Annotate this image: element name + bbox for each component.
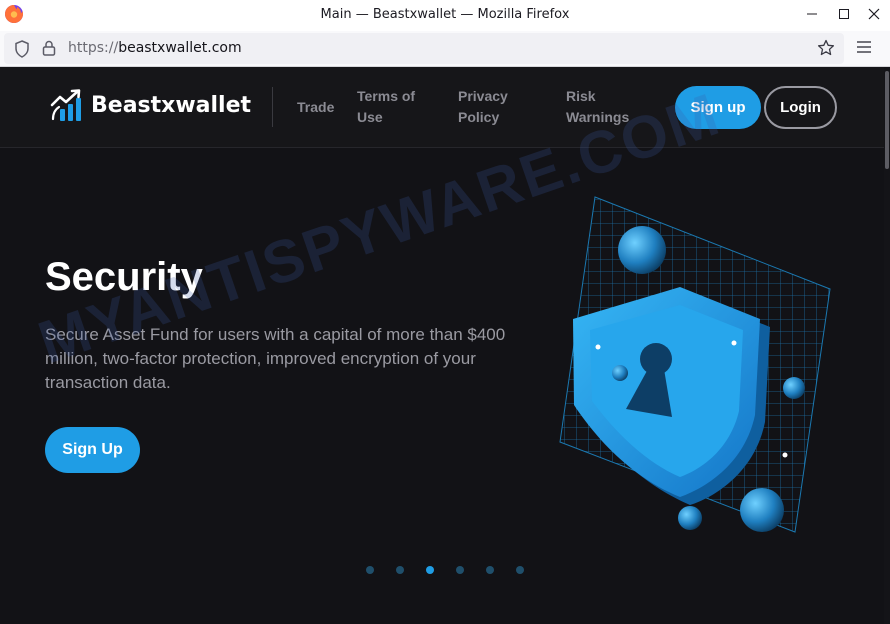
nav-link-terms-of-use[interactable]: Terms of Use: [357, 86, 437, 128]
carousel-dot[interactable]: [486, 566, 494, 574]
nav-link-privacy-policy[interactable]: Privacy Policy: [458, 86, 528, 128]
url-text[interactable]: https://beastxwallet.com: [68, 40, 242, 56]
bookmark-star-icon[interactable]: [817, 39, 835, 57]
hero-title: Security: [45, 255, 203, 299]
minimize-icon: [807, 13, 817, 15]
maximize-icon: [839, 9, 849, 19]
carousel-dot[interactable]: [366, 566, 374, 574]
minimize-button[interactable]: [796, 0, 828, 28]
carousel-dot[interactable]: [456, 566, 464, 574]
browser-toolbar: https://beastxwallet.com: [0, 31, 890, 67]
carousel-dot[interactable]: [396, 566, 404, 574]
hamburger-menu-icon[interactable]: [856, 40, 872, 54]
carousel-dot[interactable]: [426, 566, 434, 574]
brand-logo-icon[interactable]: [50, 89, 86, 123]
url-host: beastxwallet.com: [118, 40, 242, 56]
header-divider: [272, 87, 273, 127]
header-login-button[interactable]: Login: [764, 86, 837, 129]
maximize-button[interactable]: [828, 0, 860, 28]
carousel-dots: [366, 566, 526, 574]
site-header: Beastxwallet Trade Terms of Use Privacy …: [0, 67, 884, 148]
window-title: Main — Beastxwallet — Mozilla Firefox: [320, 7, 570, 22]
hero-description: Secure Asset Fund for users with a capit…: [45, 325, 506, 392]
nav-link-trade[interactable]: Trade: [297, 97, 334, 118]
address-bar[interactable]: https://beastxwallet.com: [4, 33, 844, 64]
hero-signup-button[interactable]: Sign Up: [45, 427, 140, 473]
scrollbar-thumb[interactable]: [885, 71, 889, 169]
close-button[interactable]: [858, 0, 890, 28]
window-titlebar: Main — Beastxwallet — Mozilla Firefox: [0, 0, 890, 31]
lock-icon[interactable]: [42, 40, 56, 56]
security-shield-illustration: [559, 196, 831, 533]
close-icon: [868, 8, 880, 20]
page-scrollbar[interactable]: [884, 67, 890, 624]
tracking-protection-shield-icon[interactable]: [14, 40, 30, 58]
brand-name[interactable]: Beastxwallet: [91, 93, 251, 118]
web-page: Beastxwallet Trade Terms of Use Privacy …: [0, 67, 890, 624]
url-scheme: https://: [68, 40, 119, 56]
header-signup-button[interactable]: Sign up: [675, 86, 761, 129]
carousel-dot[interactable]: [516, 566, 524, 574]
nav-link-risk-warnings[interactable]: Risk Warnings: [566, 86, 656, 128]
